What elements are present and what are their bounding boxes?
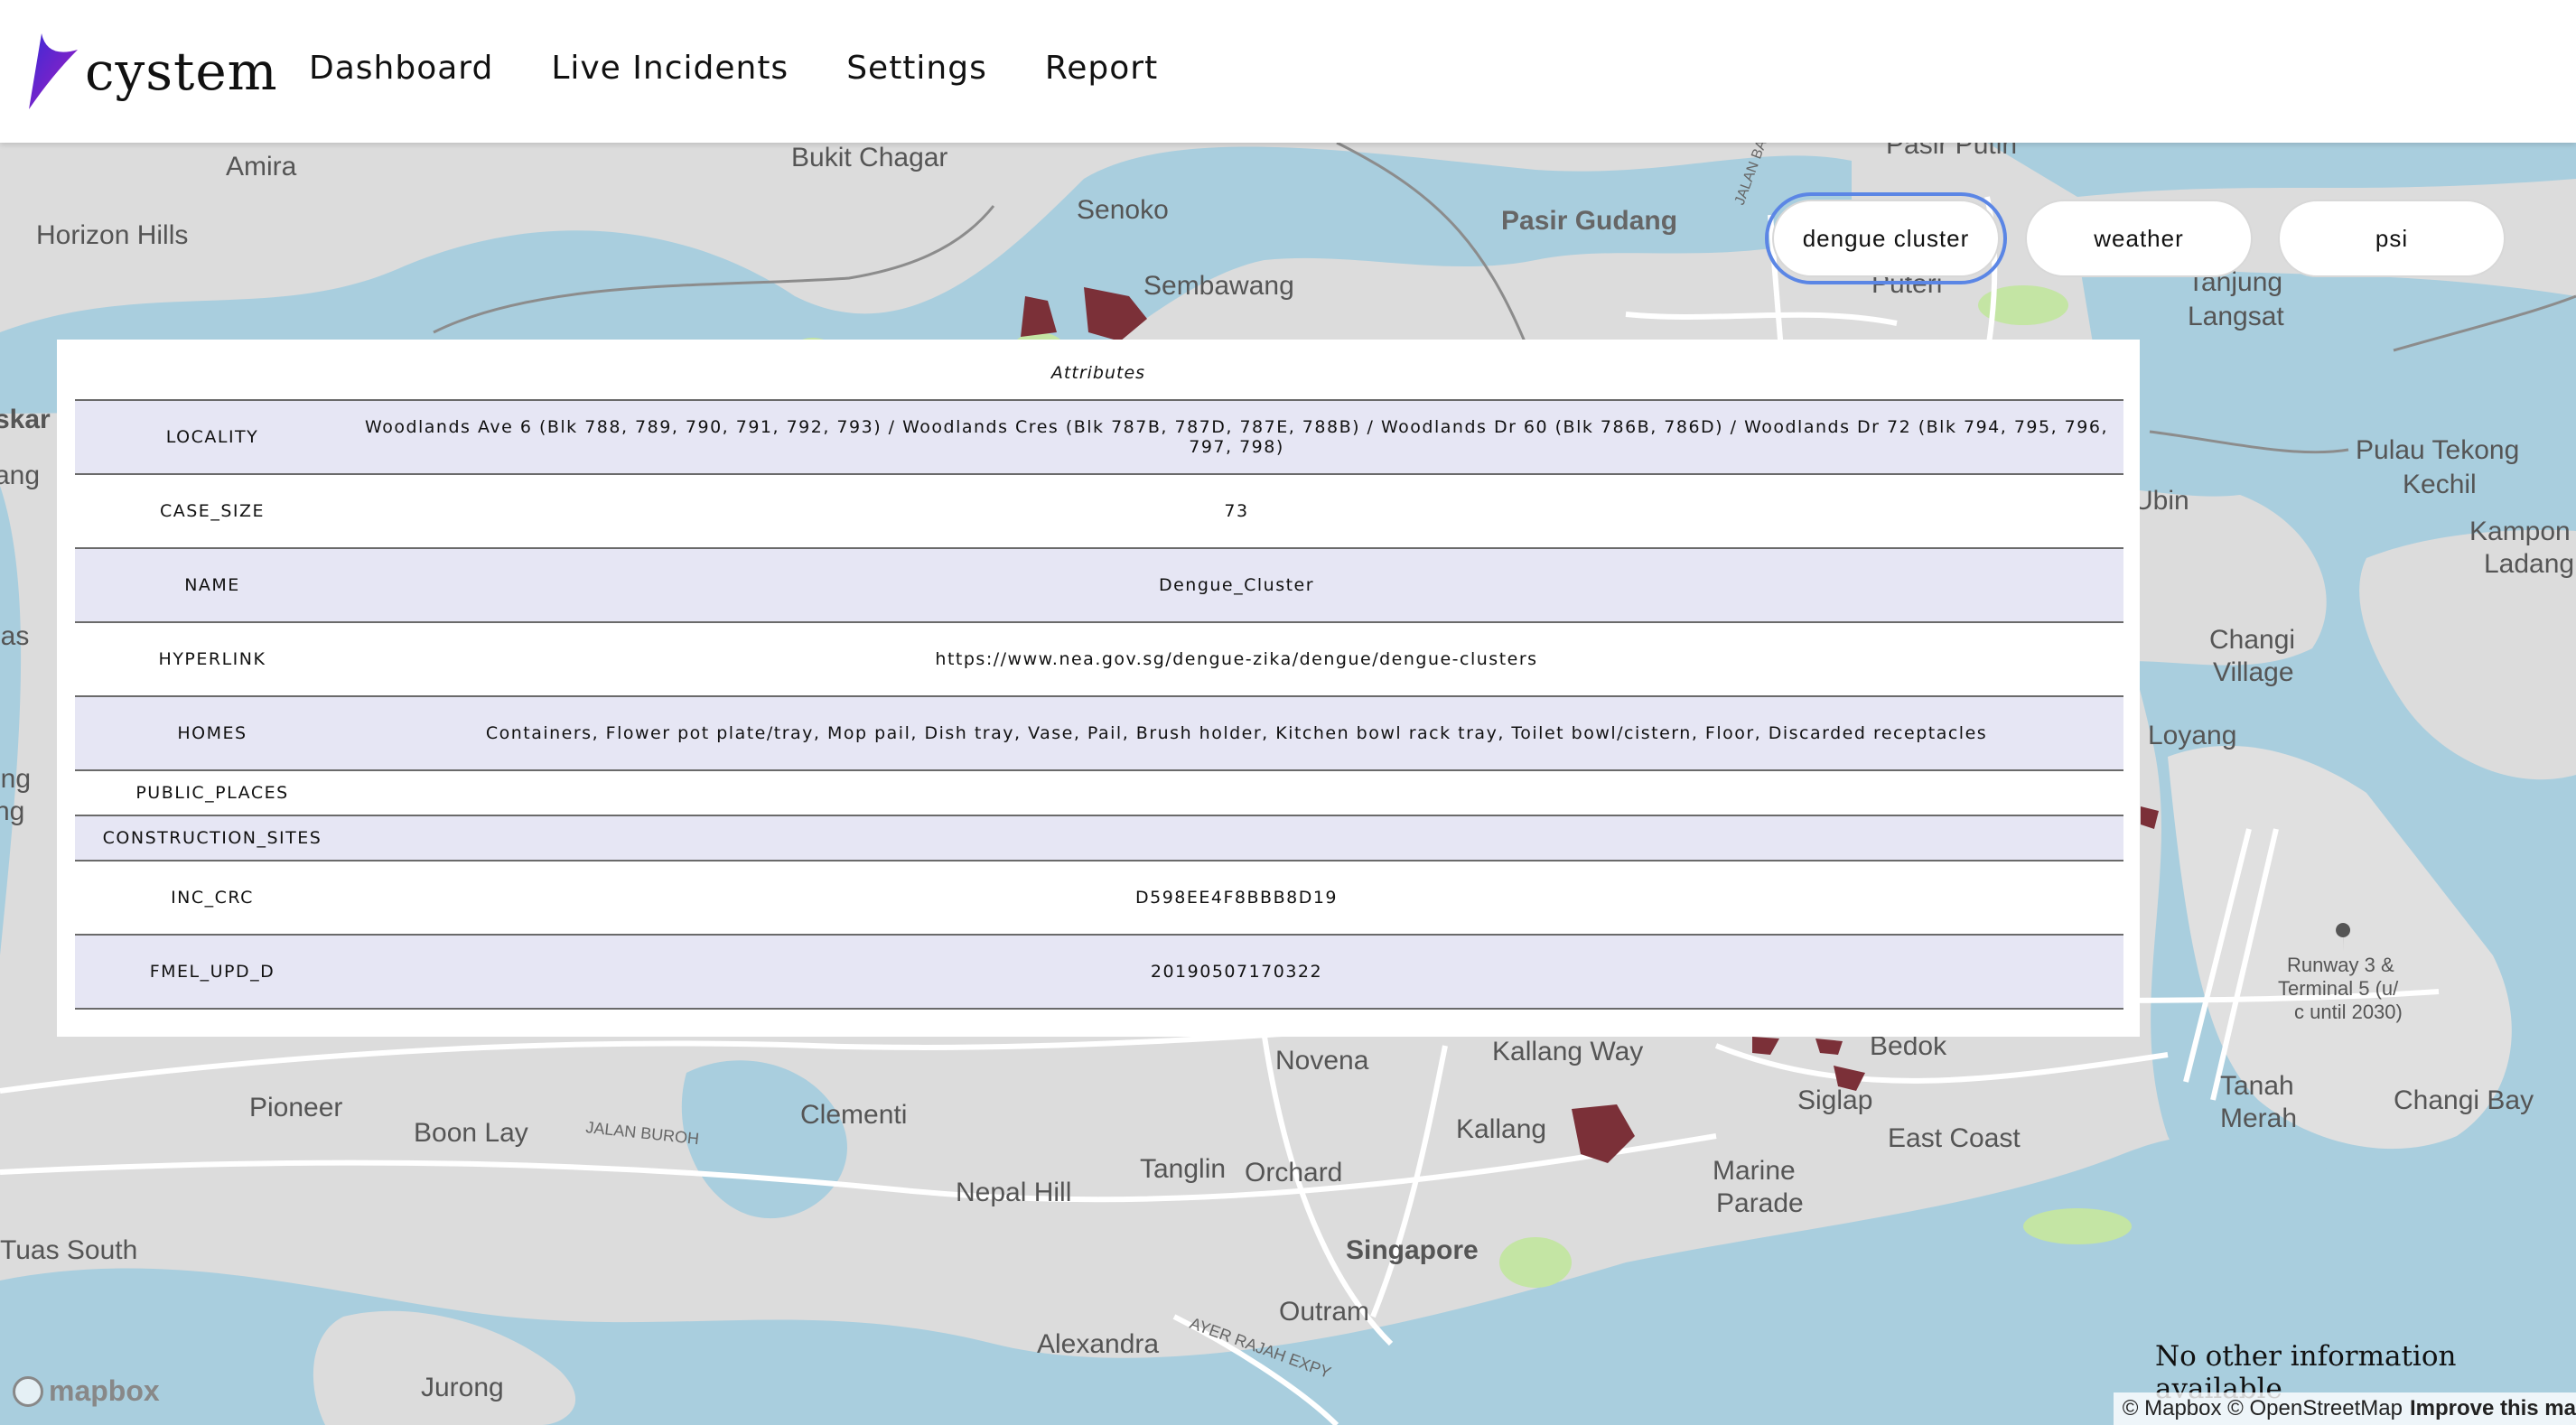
table-row: NAME Dengue_Cluster <box>75 548 2123 622</box>
attributes-title: Attributes <box>1050 363 1146 383</box>
attr-value <box>350 815 2123 861</box>
map-label-kechil: Kechil <box>2403 470 2477 499</box>
map-label-edge-ing: ing <box>0 764 31 794</box>
map-label-pioneer: Pioneer <box>249 1093 342 1122</box>
map-label-tuas-south: Tuas South <box>0 1235 137 1265</box>
map-label-ladang: Ladang <box>2484 549 2574 579</box>
map-label-orchard: Orchard <box>1245 1158 1342 1188</box>
map-label-horizon-hills: Horizon Hills <box>36 220 188 250</box>
map-label-novena: Novena <box>1275 1046 1369 1076</box>
attr-key: CASE_SIZE <box>159 501 265 521</box>
attr-key: CONSTRUCTION_SITES <box>102 828 322 848</box>
map-label-kallang-way: Kallang Way <box>1492 1037 1643 1066</box>
map-label-runway-3: c until 2030) <box>2294 1001 2403 1023</box>
nav-report[interactable]: Report <box>1045 40 1158 98</box>
map-label-singapore: Singapore <box>1346 1235 1479 1265</box>
map-label-changi-bay: Changi Bay <box>2394 1085 2534 1115</box>
attr-key: FMEL_UPD_D <box>149 962 275 982</box>
attr-key: HYPERLINK <box>158 649 266 669</box>
map-attribution: © Mapbox © OpenStreetMap Improve this ma <box>2113 1392 2576 1425</box>
map-label-sembawang: Sembawang <box>1143 271 1294 301</box>
attr-value: Containers, Flower pot plate/tray, Mop p… <box>485 723 1988 743</box>
toggle-weather[interactable]: weather <box>2025 200 2253 277</box>
map-label-boon-lay: Boon Lay <box>414 1118 528 1148</box>
improve-map-link[interactable]: Improve this ma <box>2410 1396 2576 1420</box>
map-label-marine: Marine <box>1713 1156 1796 1186</box>
map-label-senoko: Senoko <box>1077 195 1169 225</box>
mapbox-logo[interactable]: mapbox <box>13 1374 160 1408</box>
map-label-siglap: Siglap <box>1797 1085 1872 1115</box>
map-label-edge-las: las <box>0 621 29 651</box>
map-label-kampong: Kampon <box>2469 517 2571 546</box>
attr-value <box>350 770 2123 815</box>
map-label-jurong: Jurong <box>421 1373 504 1402</box>
map-label-tanglin: Tanglin <box>1140 1154 1226 1184</box>
nav-live-incidents[interactable]: Live Incidents <box>551 40 789 98</box>
attr-value: Woodlands Ave 6 (Blk 788, 789, 790, 791,… <box>365 417 2108 457</box>
table-row: HYPERLINK https://www.nea.gov.sg/dengue-… <box>75 622 2123 696</box>
table-row: PUBLIC_PLACES <box>75 770 2123 815</box>
map-label-bukit-chagar: Bukit Chagar <box>791 143 947 172</box>
attr-value: Dengue_Cluster <box>1158 575 1315 595</box>
attr-key: LOCALITY <box>165 427 259 447</box>
map-label-edge-ang: ang <box>0 461 40 490</box>
map-label-east-coast: East Coast <box>1888 1123 2021 1153</box>
attr-key: INC_CRC <box>171 888 254 908</box>
map-label-parade: Parade <box>1716 1188 1804 1218</box>
table-row: CONSTRUCTION_SITES <box>75 815 2123 861</box>
map-label-changi: Changi <box>2209 625 2295 655</box>
attr-value: 20190507170322 <box>1150 962 1323 982</box>
attr-key: HOMES <box>177 723 247 743</box>
map-label-merah: Merah <box>2220 1104 2297 1133</box>
mapbox-logo-icon <box>13 1375 43 1407</box>
map-label-outram: Outram <box>1279 1297 1369 1327</box>
attributes-panel: Attributes LOCALITY Woodlands Ave 6 (Blk… <box>57 340 2140 1037</box>
map-label-runway-2: Terminal 5 (u/ <box>2278 977 2399 1000</box>
map-label-pulau-tekong: Pulau Tekong <box>2356 435 2519 465</box>
table-row: INC_CRC D598EE4F8BBB8D19 <box>75 861 2123 935</box>
attr-value: 73 <box>1224 501 1249 521</box>
attr-value-hyperlink[interactable]: https://www.nea.gov.sg/dengue-zika/dengu… <box>350 622 2123 696</box>
nav-dashboard[interactable]: Dashboard <box>309 40 493 98</box>
attr-key: PUBLIC_PLACES <box>135 783 289 803</box>
nav-settings[interactable]: Settings <box>846 40 987 98</box>
brand-name: cystem <box>85 41 278 102</box>
table-row: HOMES Containers, Flower pot plate/tray,… <box>75 696 2123 770</box>
map-label-ubin: Ubin <box>2133 486 2189 516</box>
map-label-pasir-gudang: Pasir Gudang <box>1501 206 1677 236</box>
table-row: LOCALITY Woodlands Ave 6 (Blk 788, 789, … <box>75 400 2123 474</box>
table-row: CASE_SIZE 73 <box>75 474 2123 548</box>
map-label-tanah: Tanah <box>2220 1071 2294 1101</box>
map-label-clementi: Clementi <box>800 1100 907 1130</box>
map-label-nepal-hill: Nepal Hill <box>956 1178 1071 1207</box>
map-label-pasir-putih: Pasir Putih <box>1886 143 2017 160</box>
main-nav: Dashboard Live Incidents Settings Report <box>309 40 1216 98</box>
attributes-table: LOCALITY Woodlands Ave 6 (Blk 788, 789, … <box>75 399 2123 1010</box>
map-label-alexandra: Alexandra <box>1037 1329 1159 1359</box>
map-label-langsat: Langsat <box>2188 302 2284 331</box>
map-label-loyang: Loyang <box>2148 721 2236 750</box>
toggle-dengue-cluster[interactable]: dengue cluster <box>1765 192 2007 284</box>
map-label-runway-1: Runway 3 & <box>2287 954 2394 976</box>
map-label-edge-ng: ng <box>0 796 24 826</box>
mapbox-logo-text: mapbox <box>49 1374 160 1407</box>
map-label-kallang: Kallang <box>1456 1114 1546 1144</box>
attr-value: D598EE4F8BBB8D19 <box>1134 888 1338 908</box>
toggle-psi[interactable]: psi <box>2278 200 2506 277</box>
map-label-amira: Amira <box>226 152 297 182</box>
map-label-village: Village <box>2213 657 2294 687</box>
top-navbar: cystem Dashboard Live Incidents Settings… <box>0 0 2576 143</box>
table-row: FMEL_UPD_D 20190507170322 <box>75 935 2123 1009</box>
feather-logo-icon <box>29 33 78 109</box>
attribution-text[interactable]: © Mapbox © OpenStreetMap <box>2123 1396 2403 1420</box>
map-label-taman-amira: Taman <box>222 143 303 145</box>
map-label-edge-skar: skar <box>0 405 51 434</box>
attr-key: NAME <box>184 575 240 595</box>
layer-toggle-group: dengue cluster weather psi <box>1765 192 2531 284</box>
brand-logo[interactable]: cystem <box>25 22 278 121</box>
